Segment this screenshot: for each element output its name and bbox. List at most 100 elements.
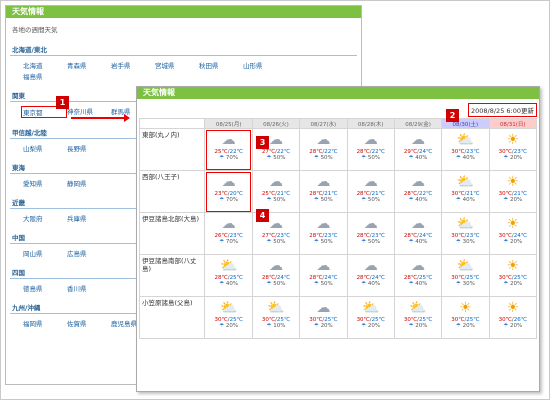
- umbrella-icon: ☂: [503, 197, 510, 203]
- precip-chance: ☂ 50%: [253, 155, 299, 161]
- precip-value: 40%: [367, 281, 381, 287]
- prefecture-link[interactable]: 大阪府: [23, 213, 67, 223]
- date-header: 08/29(金): [393, 118, 443, 129]
- precip-value: 70%: [225, 239, 239, 245]
- marker-1: 1: [56, 96, 69, 109]
- date-header: 08/28(木): [346, 118, 395, 129]
- umbrella-icon: ☂: [219, 197, 226, 203]
- precip-value: 20%: [510, 239, 523, 245]
- forecast-cell: ⛅ 30℃/21℃ ☂ 40%: [441, 170, 490, 213]
- precip-value: 70%: [225, 155, 239, 161]
- prefecture-link[interactable]: 秋田県: [199, 60, 243, 70]
- precip-value: 70%: [225, 197, 239, 203]
- forecast-cell: ☁ 25℃/21℃ ☂ 50%: [251, 170, 301, 213]
- umbrella-icon: ☂: [219, 323, 226, 329]
- umbrella-icon: ☂: [503, 323, 510, 329]
- precip-chance: ☂ 50%: [348, 197, 394, 203]
- forecast-cell: ☁ 28℃/21℃ ☂ 50%: [346, 170, 395, 213]
- prefecture-link[interactable]: 広島県: [67, 248, 111, 258]
- table-row: 西部(八王子) ☁ 23℃/20℃ ☂ 70% ☁ 25℃/21℃ ☂ 50% ☁ 28℃/21…: [138, 170, 538, 213]
- cloud-umbrella-icon: ☁: [316, 258, 331, 274]
- forecast-cell: ☁ 26℃/23℃ ☂ 70%: [204, 212, 253, 255]
- precip-chance: ☂ 50%: [348, 155, 394, 161]
- sun-cloud-icon: ⛅: [361, 300, 380, 316]
- precip-value: 30%: [462, 281, 475, 287]
- precip-value: 20%: [510, 197, 523, 203]
- prefecture-link[interactable]: 佐賀県: [67, 318, 111, 328]
- sun-cloud-icon: ⛅: [456, 132, 475, 148]
- sun-cloud-icon: ⛅: [409, 300, 427, 316]
- region-0: 北海道/東北 北海道 青森県 岩手県 宮城県 秋田県 山形県 福島県: [10, 37, 357, 83]
- prefecture-link[interactable]: 宮城県: [155, 60, 199, 70]
- arrow-line: [71, 117, 125, 119]
- precip-value: 40%: [462, 197, 475, 203]
- forecast-cell: ⛅ 30℃/25℃ ☂ 20%: [346, 296, 395, 339]
- umbrella-icon: ☂: [219, 155, 226, 161]
- umbrella-icon: ☂: [503, 239, 510, 245]
- prefecture-link[interactable]: 北海道: [23, 60, 67, 70]
- prefecture-link[interactable]: 岡山県: [23, 248, 67, 258]
- precip-chance: ☂ 40%: [205, 281, 251, 287]
- precip-chance: ☂ 20%: [490, 155, 536, 161]
- precip-value: 40%: [415, 281, 428, 287]
- date-header-row: 08/25(月) 08/26(火) 08/27(水) 08/28(木) 08/29(金)…: [138, 118, 538, 129]
- forecast-cell: ⛅ 30℃/25℃ ☂ 20%: [204, 296, 253, 339]
- forecast-cell: ☁ 28℃/23℃ ☂ 50%: [346, 212, 395, 255]
- sun-cloud-icon: ⛅: [456, 258, 475, 274]
- precip-chance: ☂ 40%: [442, 155, 488, 161]
- precip-value: 20%: [510, 155, 523, 161]
- precip-chance: ☂ 50%: [253, 197, 299, 203]
- forecast-cell: ☀ 30℃/25℃ ☂ 20%: [441, 296, 490, 339]
- precip-value: 50%: [320, 197, 333, 203]
- umbrella-icon: ☂: [455, 155, 463, 161]
- sun-icon: ☀: [506, 258, 520, 274]
- prefecture-link[interactable]: 福島県: [23, 71, 67, 81]
- umbrella-icon: ☂: [503, 155, 510, 161]
- prefecture-grid: 北海道 青森県 岩手県 宮城県 秋田県 山形県福島県: [10, 56, 357, 83]
- forecast-cell: ☁ 28℃/24℃ ☂ 40%: [346, 254, 395, 297]
- precip-chance: ☂ 30%: [442, 239, 488, 245]
- area-name: 伊豆諸島南部(八丈島): [138, 254, 206, 297]
- prefecture-link[interactable]: 徳島県: [23, 283, 67, 293]
- cloud-umbrella-icon: ☁: [363, 258, 378, 274]
- prefecture-link[interactable]: 福岡県: [23, 318, 67, 328]
- forecast-cell: ☁ 29℃/24℃ ☂ 40%: [393, 128, 443, 171]
- umbrella-icon: ☂: [361, 239, 368, 245]
- precip-value: 20%: [367, 323, 381, 329]
- prefecture-link[interactable]: 山梨県: [23, 143, 67, 153]
- area-name: 伊豆諸島北部(大島): [138, 212, 206, 255]
- umbrella-icon: ☂: [361, 323, 368, 329]
- precip-chance: ☂ 40%: [442, 197, 488, 203]
- precip-chance: ☂ 70%: [205, 155, 251, 161]
- prefecture-link[interactable]: 静岡県: [67, 178, 111, 188]
- precip-value: 40%: [462, 155, 475, 161]
- precip-value: 20%: [225, 323, 239, 329]
- prefecture-link[interactable]: 兵庫県: [67, 213, 111, 223]
- prefecture-link[interactable]: 愛知県: [23, 178, 67, 188]
- prefecture-link[interactable]: 山形県: [243, 60, 287, 70]
- precip-value: 40%: [415, 197, 428, 203]
- precip-value: 20%: [510, 323, 523, 329]
- prefecture-link[interactable]: 長野県: [67, 143, 111, 153]
- umbrella-icon: ☂: [455, 281, 463, 287]
- precip-chance: ☂ 70%: [205, 197, 251, 203]
- precip-chance: ☂ 50%: [253, 281, 299, 287]
- forecast-cell: ⛅ 30℃/25℃ ☂ 10%: [251, 296, 301, 339]
- forecast-cell: ☁ 28℃/24℃ ☂ 40%: [393, 212, 443, 255]
- forecast-cell: ☁ 28℃/22℃ ☂ 50%: [346, 128, 395, 171]
- precip-chance: ☂ 40%: [395, 281, 441, 287]
- precip-chance: ☂ 50%: [300, 197, 346, 203]
- forecast-cell: ☁ 28℃/22℃ ☂ 40%: [393, 170, 443, 213]
- precip-chance: ☂ 40%: [395, 197, 441, 203]
- sun-cloud-icon: ⛅: [219, 258, 238, 274]
- prefecture-link[interactable]: 岩手県: [111, 60, 155, 70]
- weekly-forecast-panel: 天気情報 2008/8/25 6:00更新 08/25(月) 08/26(火) 08…: [136, 86, 540, 392]
- sun-cloud-icon: ⛅: [267, 300, 285, 316]
- prefecture-link[interactable]: 香川県: [67, 283, 111, 293]
- date-header: 08/31(日): [488, 118, 538, 129]
- prefecture-link[interactable]: 青森県: [67, 60, 111, 70]
- forecast-cell: ☁ 28℃/25℃ ☂ 40%: [393, 254, 443, 297]
- date-header: 08/26(火): [251, 118, 301, 129]
- forecast-cell: ☁ 28℃/21℃ ☂ 50%: [299, 170, 348, 213]
- cloud-umbrella-icon: ☁: [411, 132, 426, 148]
